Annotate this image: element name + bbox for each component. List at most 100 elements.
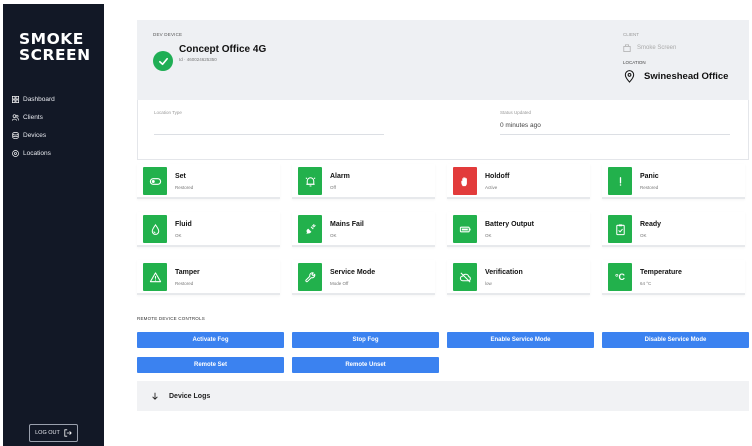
location-icon [12,149,19,157]
client-link[interactable]: Smoke Screen [623,44,676,52]
status-tile-holdoff[interactable]: Holdoff Active [447,164,590,199]
client-label: CLIENT [623,32,640,37]
users-icon [12,113,19,121]
tile-name: Mains Fail [330,221,364,228]
tile-icon-box [298,215,322,243]
tile-name: Panic [640,173,659,180]
tile-icon-box [143,215,167,243]
tile-status: Restored [640,185,659,190]
device-section-label: DEV DEVICE [153,32,183,37]
building-icon [623,44,631,52]
logout-icon [64,429,72,437]
battery-icon [459,226,471,232]
tile-icon-box [143,263,167,291]
location-link[interactable]: Swineshead Office [623,70,728,83]
sidebar-item-dashboard[interactable]: Dashboard [12,90,102,108]
device-info: Location Type Status Updated 0 minutes a… [137,100,749,160]
status-tile-service-mode[interactable]: Service Mode Mode Off [292,260,435,295]
activate-fog-button[interactable]: Activate Fog [137,332,284,348]
logout-button[interactable]: LOG OUT [29,424,78,442]
app-root: SMOKE SCREEN Dashboard Clients Devices L… [0,0,752,446]
brand-line-1: SMOKE [19,30,84,48]
divider [154,134,384,135]
sidebar-item-clients[interactable]: Clients [12,108,102,126]
tile-name: Battery Output [485,221,534,228]
status-tile-alarm[interactable]: Alarm Off [292,164,435,199]
tile-icon-box [298,167,322,195]
status-tile-verification[interactable]: Verification low [447,260,590,295]
enable-service-mode-button[interactable]: Enable Service Mode [447,332,594,348]
cloud-off-icon [459,271,471,283]
device-status-indicator [153,51,173,71]
tile-icon-box [298,263,322,291]
clipboard-check-icon [615,223,625,235]
tile-name: Holdoff [485,173,510,180]
tile-status: low [485,281,492,286]
devices-icon [12,131,19,139]
exclamation-icon [619,176,621,186]
status-updated-label: Status Updated [500,110,532,115]
sidebar: SMOKE SCREEN Dashboard Clients Devices L… [3,4,104,446]
divider [500,134,730,135]
sidebar-item-label: Locations [23,149,51,157]
tile-icon-box: °C [608,263,632,291]
brand-logo[interactable]: SMOKE SCREEN [19,31,91,63]
remote-unset-button[interactable]: Remote Unset [292,357,439,373]
logout-label: LOG OUT [35,430,60,436]
stop-fog-button[interactable]: Stop Fog [292,332,439,348]
tile-name: Fluid [175,221,192,228]
tile-status: OK [175,233,182,238]
remote-controls-label: REMOTE DEVICE CONTROLS [137,316,205,321]
droplet-icon [151,223,159,235]
plug-icon [305,223,316,234]
disable-service-mode-button[interactable]: Disable Service Mode [602,332,749,348]
status-tile-set[interactable]: Set Restored [137,164,280,199]
remote-set-button[interactable]: Remote Set [137,357,284,373]
wrench-icon [304,271,315,282]
status-tile-panic[interactable]: Panic Restored [602,164,745,199]
tile-name: Set [175,173,186,180]
location-label: LOCATION [623,60,646,65]
tile-status: OK [330,233,337,238]
status-tile-tamper[interactable]: Tamper Restored [137,260,280,295]
status-updated-value: 0 minutes ago [500,122,541,129]
tile-name: Verification [485,269,523,276]
alarm-bell-icon [305,176,315,186]
sidebar-item-locations[interactable]: Locations [12,144,102,162]
dashboard-icon [12,95,19,103]
device-header: DEV DEVICE Concept Office 4G Id · 460024… [137,20,749,100]
status-updated-field: Status Updated 0 minutes ago [500,110,730,135]
warning-triangle-icon [149,271,161,282]
location-type-label: Location Type [154,110,182,115]
client-name: Smoke Screen [637,45,677,51]
status-tile-ready[interactable]: Ready OK [602,212,745,247]
tile-name: Temperature [640,269,682,276]
check-icon [158,57,168,65]
status-tile-temperature[interactable]: °C Temperature 64 °C [602,260,745,295]
tile-name: Alarm [330,173,350,180]
device-logs-toggle[interactable]: Device Logs [137,381,749,411]
tile-icon-box [608,215,632,243]
tile-status: Restored [175,281,194,286]
status-tile-fluid[interactable]: Fluid OK [137,212,280,247]
sidebar-item-label: Dashboard [23,95,55,103]
status-tile-mains-fail[interactable]: Mains Fail OK [292,212,435,247]
tile-icon-box [453,215,477,243]
tile-name: Service Mode [330,269,376,276]
device-logs-title: Device Logs [169,392,211,400]
brand-line-2: SCREEN [19,46,91,64]
tile-status: Off [330,185,336,190]
sidebar-nav: Dashboard Clients Devices Locations [12,90,102,162]
toggle-icon [149,177,161,185]
sidebar-item-label: Devices [23,131,47,139]
tile-icon-box [608,167,632,195]
map-pin-icon [624,70,635,83]
sidebar-item-label: Clients [23,113,43,121]
sidebar-item-devices[interactable]: Devices [12,126,102,144]
tile-status: OK [485,233,492,238]
status-tile-battery-output[interactable]: Battery Output OK [447,212,590,247]
tile-icon-box [453,167,477,195]
tile-icon-box [453,263,477,291]
thermometer-celsius-icon: °C [614,272,626,282]
arrow-down-icon [152,392,158,400]
